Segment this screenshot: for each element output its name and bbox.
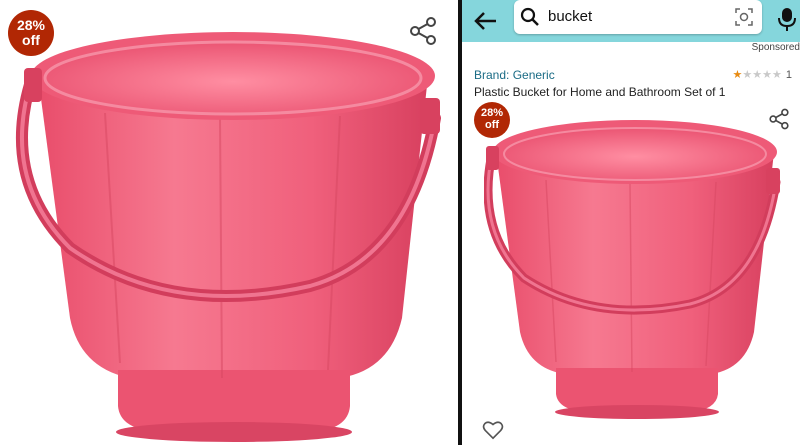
discount-off-label: off bbox=[484, 119, 500, 131]
product-title[interactable]: Plastic Bucket for Home and Bathroom Set… bbox=[474, 85, 725, 99]
bucket-image[interactable] bbox=[484, 110, 784, 420]
discount-percent: 28% bbox=[16, 17, 46, 34]
discount-badge: 28% off bbox=[8, 10, 54, 56]
product-image-panel-left: 28% off bbox=[0, 0, 458, 445]
star-rating-icon: ★★★★★ bbox=[732, 69, 782, 81]
search-icon bbox=[520, 7, 539, 26]
mic-icon[interactable] bbox=[776, 6, 798, 32]
search-input[interactable]: bucket bbox=[514, 0, 762, 34]
back-arrow-icon[interactable] bbox=[470, 6, 500, 36]
discount-badge: 28% off bbox=[474, 102, 510, 138]
camera-icon[interactable] bbox=[734, 7, 754, 27]
share-icon[interactable] bbox=[768, 108, 790, 130]
heart-icon[interactable] bbox=[482, 420, 504, 440]
search-header: bucket bbox=[462, 0, 800, 42]
search-result-panel: bucket Sponsored Brand: Generic ★★★★★ 1 … bbox=[462, 0, 800, 445]
bucket-image bbox=[16, 32, 441, 442]
discount-off-label: off bbox=[22, 32, 40, 48]
sponsored-label: Sponsored bbox=[751, 42, 800, 53]
rating-count: 1 bbox=[785, 68, 792, 81]
brand-link[interactable]: Brand: Generic bbox=[474, 68, 555, 82]
rating[interactable]: ★★★★★ 1 bbox=[732, 68, 792, 82]
search-query: bucket bbox=[548, 8, 593, 25]
share-icon[interactable] bbox=[408, 16, 438, 46]
